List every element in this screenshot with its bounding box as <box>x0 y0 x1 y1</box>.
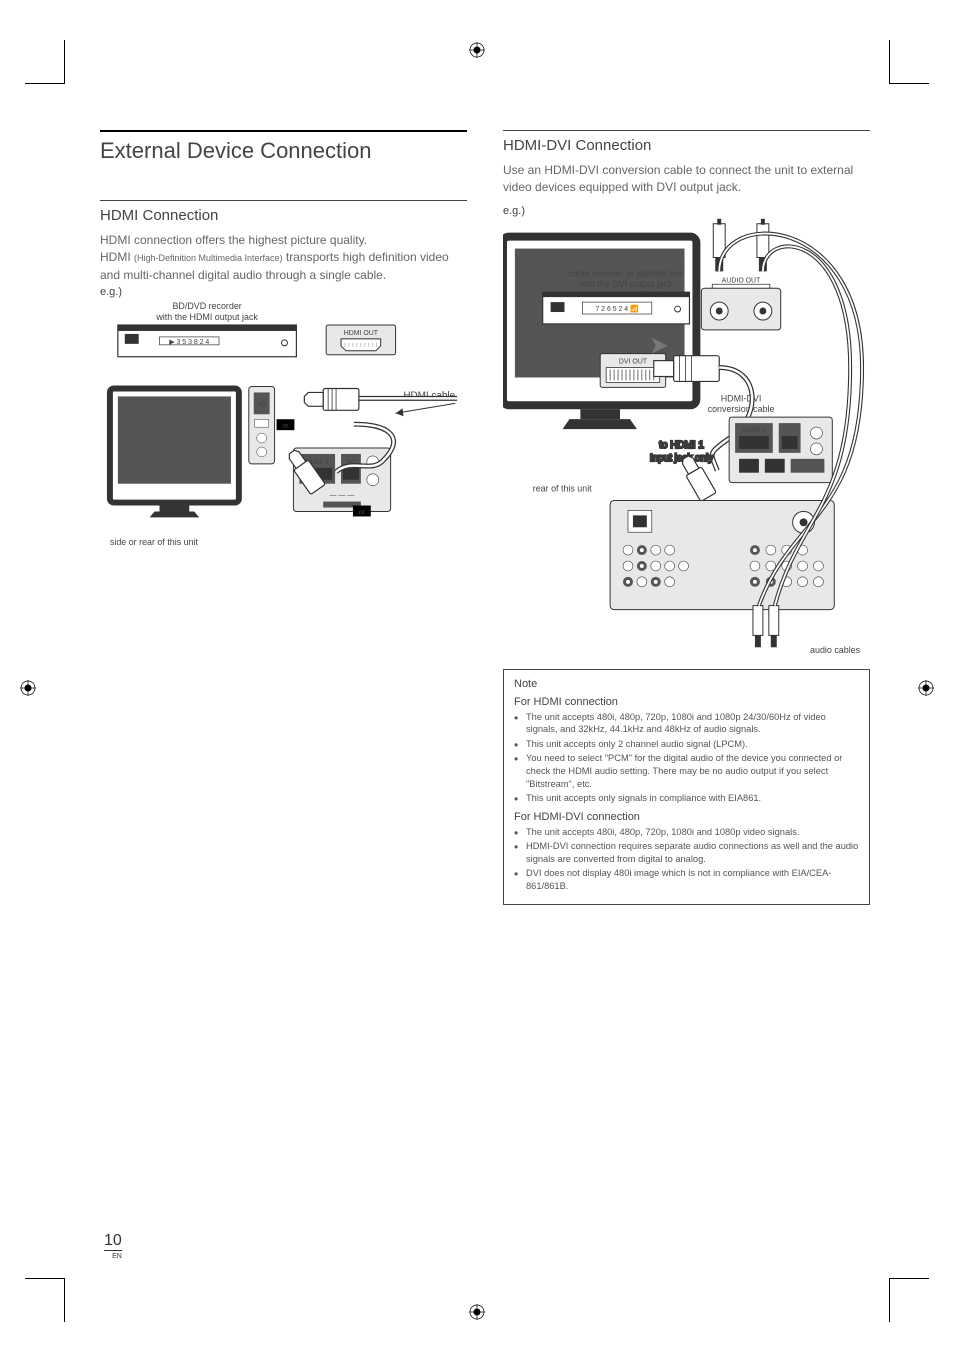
note-subheading: For HDMI connection <box>514 696 859 708</box>
crop-mark <box>64 1278 65 1322</box>
note-box: Note For HDMI connection The unit accept… <box>503 669 870 906</box>
svg-text:rear of this unit: rear of this unit <box>533 483 592 493</box>
svg-text:AUDIO OUT: AUDIO OUT <box>722 277 761 284</box>
crop-mark <box>25 1278 65 1279</box>
page-number: 10 EN <box>104 1232 122 1260</box>
svg-text:HDMI-DVI: HDMI-DVI <box>721 393 762 403</box>
registration-mark-bottom <box>469 1304 485 1320</box>
note-bullet: The unit accepts 480i, 480p, 720p, 1080i… <box>514 711 859 736</box>
svg-text:HDMI 1: HDMI 1 <box>742 427 766 434</box>
note-heading: Note <box>514 678 859 690</box>
svg-text:with the HDMI output jack: with the HDMI output jack <box>155 312 258 322</box>
note-bullet: You need to select "PCM" for the digital… <box>514 752 859 790</box>
body-text: HDMI connection offers the highest pictu… <box>100 232 467 249</box>
crop-mark <box>889 1278 890 1322</box>
note-subheading: For HDMI-DVI connection <box>514 811 859 823</box>
svg-text:or: or <box>282 423 289 430</box>
crop-mark <box>889 83 929 84</box>
svg-text:Input jack only: Input jack only <box>650 453 713 464</box>
hdmi-connection-heading: HDMI Connection <box>100 201 467 232</box>
eg-label: e.g.) <box>503 205 870 217</box>
note-bullet: DVI does not display 480i image which is… <box>514 867 859 892</box>
hdmi-dvi-heading: HDMI-DVI Connection <box>503 131 870 162</box>
svg-text:BD/DVD recorder: BD/DVD recorder <box>172 301 241 311</box>
svg-text:cable receiver or satellite bo: cable receiver or satellite box <box>568 268 684 278</box>
page-title: External Device Connection <box>100 132 467 174</box>
svg-text:HDMI OUT: HDMI OUT <box>344 330 379 337</box>
crop-mark <box>25 83 65 84</box>
body-text: HDMI (High-Definition Multimedia Interfa… <box>100 249 467 284</box>
eg-label: e.g.) <box>100 286 467 298</box>
hdmi-dvi-connection-diagram: cable receiver or satellite box with the… <box>503 217 870 657</box>
note-bullet: This unit accepts only 2 channel audio s… <box>514 738 859 751</box>
note-bullet: The unit accepts 480i, 480p, 720p, 1080i… <box>514 826 859 839</box>
svg-text:with the DVI output jack: with the DVI output jack <box>578 279 673 289</box>
note-bullet: This unit accepts only signals in compli… <box>514 792 859 805</box>
crop-mark <box>889 1278 929 1279</box>
svg-text:— — —: — — — <box>330 493 355 500</box>
body-text: Use an HDMI-DVI conversion cable to conn… <box>503 162 870 197</box>
svg-text:H3: H3 <box>257 402 266 409</box>
svg-text:7 2 6 5 2 4 📶: 7 2 6 5 2 4 📶 <box>595 304 639 313</box>
registration-mark-right <box>918 680 934 696</box>
registration-mark-left <box>20 680 36 696</box>
svg-text:DVI OUT: DVI OUT <box>619 358 648 365</box>
hdmi-connection-diagram: BD/DVD recorder with the HDMI output jac… <box>100 298 467 598</box>
svg-text:▶ 3 5 3 8 2 4: ▶ 3 5 3 8 2 4 <box>169 339 209 346</box>
svg-text:audio cables: audio cables <box>810 645 861 655</box>
svg-text:to HDMI 1: to HDMI 1 <box>659 440 704 451</box>
svg-text:conversion cable: conversion cable <box>708 404 775 414</box>
crop-mark <box>889 40 890 84</box>
crop-mark <box>64 40 65 84</box>
registration-mark-top <box>469 42 485 58</box>
svg-text:or: or <box>359 510 366 517</box>
svg-text:side or rear of this unit: side or rear of this unit <box>110 537 199 547</box>
note-bullet: HDMI-DVI connection requires separate au… <box>514 840 859 865</box>
